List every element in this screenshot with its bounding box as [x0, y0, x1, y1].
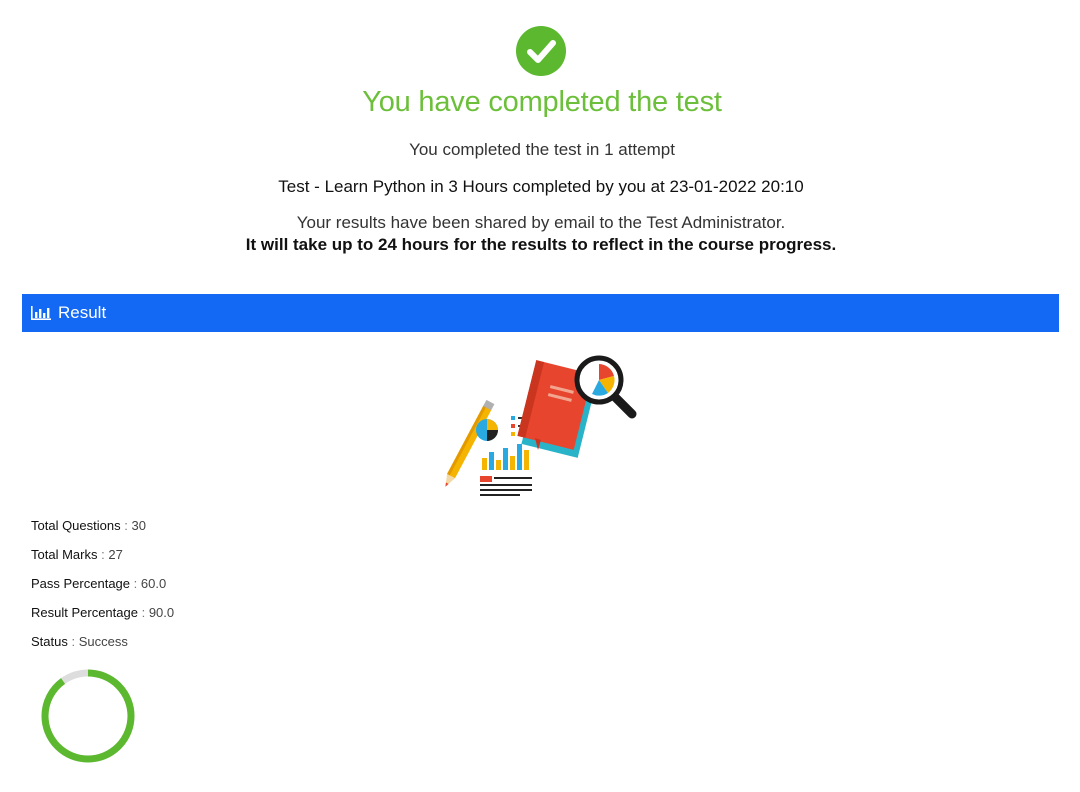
check-circle-icon [516, 26, 566, 76]
result-stats: Total Questions : 30 Total Marks : 27 Pa… [31, 511, 174, 656]
stat-label: Status [31, 634, 68, 649]
stat-result-percentage: Result Percentage : 90.0 [31, 598, 174, 627]
stat-value: 27 [108, 547, 123, 562]
stat-value: Success [78, 634, 128, 649]
stat-separator: : [71, 634, 76, 649]
stat-separator: : [133, 576, 138, 591]
stat-label: Total Marks [31, 547, 98, 562]
test-summary: Test - Learn Python in 3 Hours completed… [278, 177, 804, 196]
stat-value: 90.0 [148, 605, 175, 620]
result-section-title: Result [58, 303, 107, 322]
stat-separator: : [101, 547, 105, 562]
stat-separator: : [124, 518, 128, 533]
stat-total-questions: Total Questions : 30 [31, 511, 174, 540]
result-section-header: Result [22, 294, 1059, 332]
ring-fill [41, 669, 135, 763]
report-illustration [445, 355, 637, 496]
progress-note: It will take up to 24 hours for the resu… [245, 235, 837, 254]
stat-value: 60.0 [140, 576, 167, 591]
attempt-text: You completed the test in 1 attempt [409, 140, 675, 159]
stat-label: Pass Percentage [31, 576, 131, 591]
email-note: Your results have been shared by email t… [296, 213, 786, 232]
stat-status: Status : Success [31, 627, 174, 656]
stat-value: 30 [131, 518, 146, 533]
stat-label: Total Questions [31, 518, 121, 533]
stat-pass-percentage: Pass Percentage : 60.0 [31, 569, 174, 598]
score-progress-ring [41, 669, 135, 763]
bar-chart-icon [31, 306, 51, 320]
completion-headline: You have completed the test [362, 86, 722, 118]
stat-label: Result Percentage [31, 605, 138, 620]
stat-total-marks: Total Marks : 27 [31, 540, 174, 569]
stat-separator: : [141, 605, 146, 620]
